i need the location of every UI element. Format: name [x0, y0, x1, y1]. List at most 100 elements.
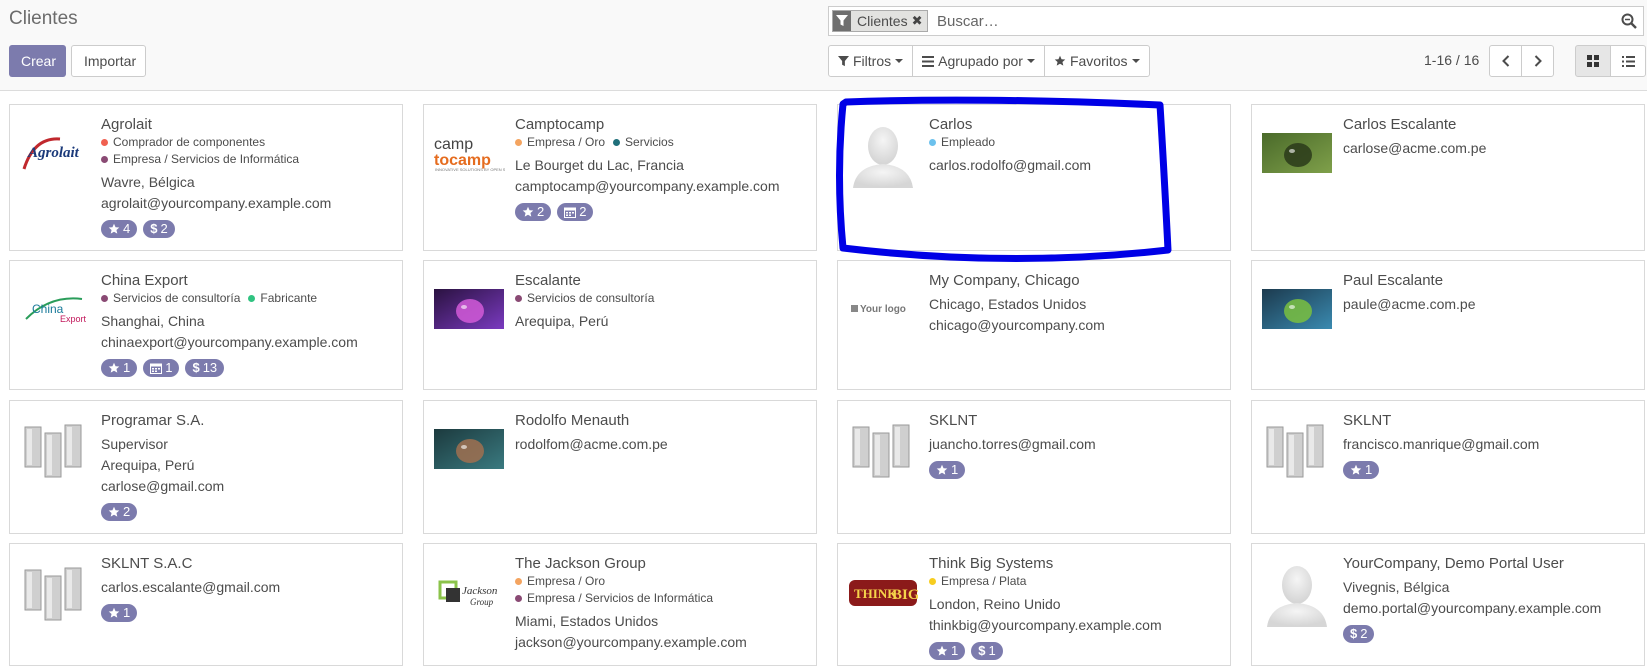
tag-label: Empresa / Oro: [527, 574, 606, 588]
card-title: The Jackson Group: [515, 555, 646, 572]
filters-dropdown[interactable]: Filtros: [828, 45, 914, 77]
search-options: Filtros Agrupado por Favoritos: [828, 45, 1150, 77]
company-logo: Your logo: [847, 273, 919, 345]
badge-value: 2: [123, 504, 131, 519]
svg-text:Export: Export: [60, 314, 87, 324]
category-tag: Empleado: [929, 134, 995, 151]
kanban-card[interactable]: Rodolfo Menauth rodolfom@acme.com.pe: [423, 400, 817, 534]
list-view-button[interactable]: [1610, 45, 1646, 77]
dollar-icon: $: [192, 360, 200, 375]
tag-label: Servicios de consultoría: [113, 291, 241, 305]
tag-color-dot: [515, 578, 522, 585]
star-count-badge[interactable]: 2: [101, 503, 138, 521]
tag-list: Empresa / Plata: [929, 573, 1224, 590]
star-count-badge[interactable]: 1: [929, 642, 966, 660]
contact-photo: [1261, 273, 1333, 345]
kanban-card[interactable]: SKLNT francisco.manrique@gmail.com 1: [1251, 400, 1645, 534]
calendar-count-badge[interactable]: 2: [557, 203, 594, 221]
close-icon[interactable]: ✖: [912, 13, 927, 29]
tag-label: Empresa / Plata: [941, 574, 1027, 588]
tag-list: Empresa / Oro Empresa / Servicios de Info…: [515, 573, 810, 607]
card-email: paule@acme.com.pe: [1343, 296, 1476, 312]
kanban-card[interactable]: Programar S.A. Supervisor Arequipa, Perú ca…: [9, 400, 403, 534]
category-tag: Fabricante: [248, 290, 317, 307]
star-count-badge[interactable]: 2: [515, 203, 552, 221]
favorites-label: Favoritos: [1069, 53, 1128, 69]
company-image: [847, 413, 919, 485]
group-by-label: Agrupado por: [938, 53, 1023, 69]
contact-photo: [1261, 117, 1333, 189]
star-icon: [108, 506, 120, 517]
calendar-count-badge[interactable]: 1: [143, 359, 180, 377]
kanban-card[interactable]: Carlos Empleado carlos.rodolfo@gmail.com: [837, 104, 1231, 251]
card-email: carlose@gmail.com: [101, 478, 225, 494]
badge-value: 2: [537, 204, 545, 219]
card-title: SKLNT: [1343, 412, 1392, 429]
badge-value: 1: [1365, 462, 1373, 477]
kanban-card[interactable]: China Export China Export Servicios de cons…: [9, 260, 403, 390]
card-email: carlos.escalante@gmail.com: [101, 579, 281, 595]
list-icon: [1621, 55, 1635, 67]
dollar-count-badge[interactable]: $1: [971, 642, 1003, 660]
control-panel: Clientes Crear Importar Clientes ✖ Filtr…: [0, 0, 1647, 91]
kanban-card[interactable]: YourCompany, Demo Portal User Vivegnis, B…: [1251, 543, 1645, 666]
badge-list: 1: [929, 461, 1224, 479]
kanban-card[interactable]: SKLNT S.A.C carlos.escalante@gmail.com 1: [9, 543, 403, 666]
category-tag: Empresa / Servicios de Informática: [101, 151, 299, 168]
card-detail: Miami, Estados Unidos: [515, 613, 659, 629]
card-email: carlose@acme.com.pe: [1343, 140, 1487, 156]
star-count-badge[interactable]: 1: [101, 359, 138, 377]
pager-previous-button[interactable]: [1489, 45, 1522, 77]
card-detail: Arequipa, Perú: [515, 313, 609, 329]
search-icon[interactable]: [1621, 13, 1637, 34]
pager-value[interactable]: 1-16 / 16: [1424, 52, 1479, 68]
category-tag: Empresa / Oro: [515, 573, 605, 590]
grid-icon: [1587, 55, 1599, 67]
tag-color-dot: [101, 139, 108, 146]
search-input[interactable]: [937, 11, 1597, 31]
kanban-card[interactable]: Your logo My Company, Chicago Chicago, Est…: [837, 260, 1231, 390]
tag-color-dot: [929, 139, 936, 146]
category-tag: Servicios de consultoría: [101, 290, 240, 307]
pager-next-button[interactable]: [1521, 45, 1554, 77]
star-count-badge[interactable]: 1: [929, 461, 966, 479]
dollar-count-badge[interactable]: $2: [143, 220, 175, 238]
group-by-dropdown[interactable]: Agrupado por: [912, 45, 1045, 77]
kanban-card[interactable]: Paul Escalante paule@acme.com.pe: [1251, 260, 1645, 390]
kanban-card[interactable]: SKLNT juancho.torres@gmail.com 1: [837, 400, 1231, 534]
import-button[interactable]: Importar: [71, 45, 146, 77]
calendar-icon: [564, 207, 577, 218]
dollar-count-badge[interactable]: $13: [185, 359, 225, 377]
kanban-card[interactable]: Carlos Escalante carlose@acme.com.pe: [1251, 104, 1645, 251]
search-facet[interactable]: Clientes ✖: [832, 10, 928, 32]
badge-value: 1: [123, 605, 131, 620]
card-email: francisco.manrique@gmail.com: [1343, 436, 1540, 452]
kanban-card[interactable]: camp tocamp INNOVATIVE SOLUTIONS BY OPEN S…: [423, 104, 817, 251]
tag-color-dot: [515, 595, 522, 602]
card-detail: Wavre, Bélgica: [101, 174, 195, 190]
create-button[interactable]: Crear: [9, 45, 66, 77]
kanban-card[interactable]: Jackson Group The Jackson Group Empresa / O…: [423, 543, 817, 666]
star-icon: [1054, 55, 1066, 66]
card-title: China Export: [101, 272, 188, 289]
badge-list: 22: [515, 203, 810, 221]
kanban-card[interactable]: Agrolait Agrolait Comprador de componentes…: [9, 104, 403, 251]
card-email: jackson@yourcompany.example.com: [515, 634, 747, 650]
card-title: Think Big Systems: [929, 555, 1054, 572]
kanban-view-button[interactable]: [1575, 45, 1611, 77]
star-count-badge[interactable]: 1: [101, 604, 138, 622]
search-facet-label: Clientes: [857, 13, 908, 29]
kanban-card[interactable]: Escalante Servicios de consultoría Arequip…: [423, 260, 817, 390]
star-icon: [936, 645, 948, 656]
star-count-badge[interactable]: 4: [101, 220, 138, 238]
tag-label: Empleado: [941, 135, 996, 149]
card-title: YourCompany, Demo Portal User: [1343, 555, 1564, 572]
dollar-count-badge[interactable]: $2: [1343, 625, 1375, 643]
kanban-card[interactable]: THINK BIG Think Big Systems Empresa / Plata…: [837, 543, 1231, 666]
badge-value: 2: [160, 221, 168, 236]
card-title: Agrolait: [101, 116, 152, 133]
company-image: [1261, 413, 1333, 485]
favorites-dropdown[interactable]: Favoritos: [1043, 45, 1150, 77]
star-count-badge[interactable]: 1: [1343, 461, 1380, 479]
category-tag: Empresa / Servicios de Informática: [515, 590, 713, 607]
